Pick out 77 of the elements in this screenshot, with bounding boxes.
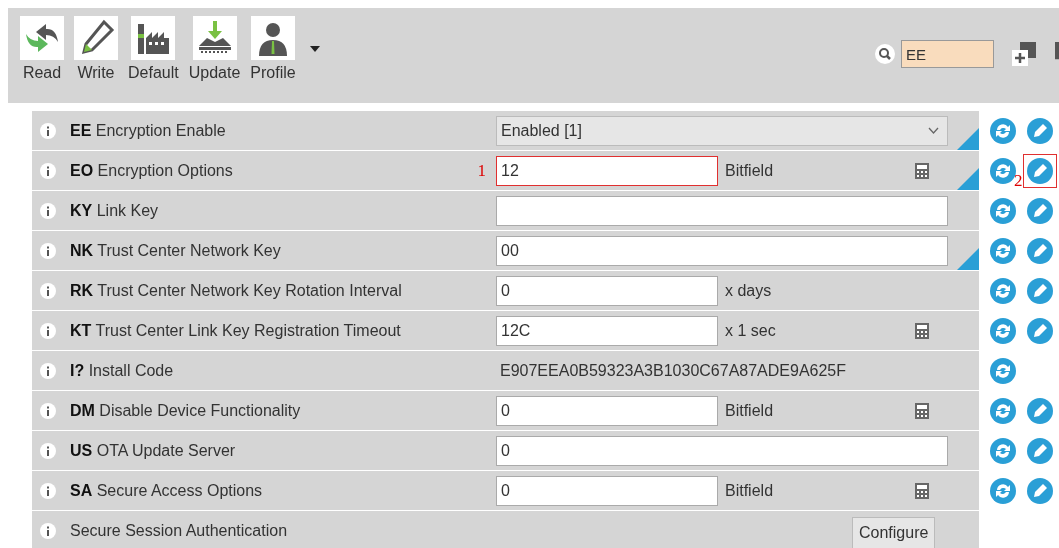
calculator-icon[interactable]: [915, 402, 929, 419]
calculator-icon[interactable]: [915, 162, 929, 179]
input-field[interactable]: 12C: [496, 315, 718, 346]
setting-label: I? Install Code: [70, 361, 174, 380]
info-icon[interactable]: [40, 322, 56, 339]
configure-button[interactable]: Configure: [852, 516, 936, 548]
setting-label: US OTA Update Server: [70, 441, 236, 460]
info-icon[interactable]: [40, 522, 56, 539]
write-value-icon[interactable]: [1027, 477, 1053, 504]
read-value-icon[interactable]: [990, 237, 1016, 264]
read-value-icon[interactable]: [990, 477, 1016, 504]
input-field[interactable]: 0: [496, 475, 718, 506]
download-board-icon: [192, 16, 237, 60]
setting-label: EO Encryption Options: [70, 161, 233, 180]
pencil-icon: [74, 16, 118, 60]
toolbar-button[interactable]: Write: [74, 16, 118, 82]
info-icon[interactable]: [40, 162, 56, 179]
write-value-icon[interactable]: [1027, 277, 1053, 304]
info-icon[interactable]: [40, 442, 56, 459]
unit-label: Bitfield: [725, 161, 775, 180]
setting-label: EE Encryption Enable: [70, 121, 226, 140]
search-icon[interactable]: [875, 44, 895, 64]
info-icon[interactable]: [40, 242, 56, 259]
dropdown[interactable]: Enabled [1]: [496, 115, 948, 146]
unit-label: Bitfield: [725, 481, 775, 500]
write-value-icon[interactable]: [1027, 397, 1053, 424]
setting-label: SA Secure Access Options: [70, 481, 263, 500]
info-icon[interactable]: [40, 402, 56, 419]
toolbar-button[interactable]: Update: [188, 16, 241, 82]
unit-label: Bitfield: [725, 401, 775, 420]
setting-value: E907EEA0B59323A3B1030C67A87ADE9A625F: [499, 361, 847, 380]
factory-icon: [131, 16, 176, 60]
read-value-icon[interactable]: [990, 397, 1016, 424]
info-icon[interactable]: [40, 282, 56, 299]
setting-label: Secure Session Authentication: [70, 521, 288, 540]
annotation-number: 2: [1014, 171, 1023, 191]
write-value-icon[interactable]: [1027, 197, 1053, 224]
toolbar-button[interactable]: Profile: [250, 16, 296, 82]
expand-icon[interactable]: [1012, 42, 1036, 66]
input-field[interactable]: 00: [496, 235, 948, 266]
input-field[interactable]: 0: [496, 275, 718, 306]
read-value-icon[interactable]: [990, 117, 1016, 144]
search-field[interactable]: EE: [901, 40, 994, 68]
write-value-icon[interactable]: [1027, 117, 1053, 144]
chevron-icon: [928, 127, 939, 134]
read-value-icon[interactable]: [990, 317, 1016, 344]
setting-label: KT Trust Center Link Key Registration Timeout: [70, 321, 401, 340]
annotation-number: 1: [477, 160, 486, 181]
input-field[interactable]: 0: [496, 395, 718, 426]
read-value-icon[interactable]: [990, 357, 1016, 384]
info-icon[interactable]: [40, 482, 56, 499]
read-value-icon[interactable]: [990, 197, 1016, 224]
read-value-icon[interactable]: [990, 437, 1016, 464]
read-value-icon[interactable]: [990, 157, 1016, 184]
unit-label: x 1 sec: [725, 321, 777, 340]
input-field[interactable]: 0: [496, 435, 948, 466]
setting-label: RK Trust Center Network Key Rotation Interval: [70, 281, 402, 300]
input-field[interactable]: [496, 195, 948, 226]
read-value-icon[interactable]: [990, 277, 1016, 304]
write-value-icon[interactable]: [1027, 237, 1053, 264]
calculator-icon[interactable]: [915, 322, 929, 339]
arrows-icon: [20, 16, 64, 60]
caret-icon[interactable]: [309, 46, 320, 52]
info-icon[interactable]: [40, 122, 56, 139]
toolbar-button[interactable]: Read: [20, 16, 64, 82]
setting-label: NK Trust Center Network Key: [70, 241, 281, 260]
input-field[interactable]: 12: [496, 155, 718, 186]
unit-label: x days: [725, 281, 773, 300]
write-value-icon[interactable]: [1027, 317, 1053, 344]
setting-label: KY Link Key: [70, 201, 159, 220]
write-value-icon[interactable]: [1027, 437, 1053, 464]
info-icon[interactable]: [40, 202, 56, 219]
toolbar-button[interactable]: Default: [128, 16, 179, 82]
calculator-icon[interactable]: [915, 482, 929, 499]
info-icon[interactable]: [40, 362, 56, 379]
person-icon: [250, 16, 295, 60]
setting-label: DM Disable Device Functionality: [70, 401, 301, 420]
